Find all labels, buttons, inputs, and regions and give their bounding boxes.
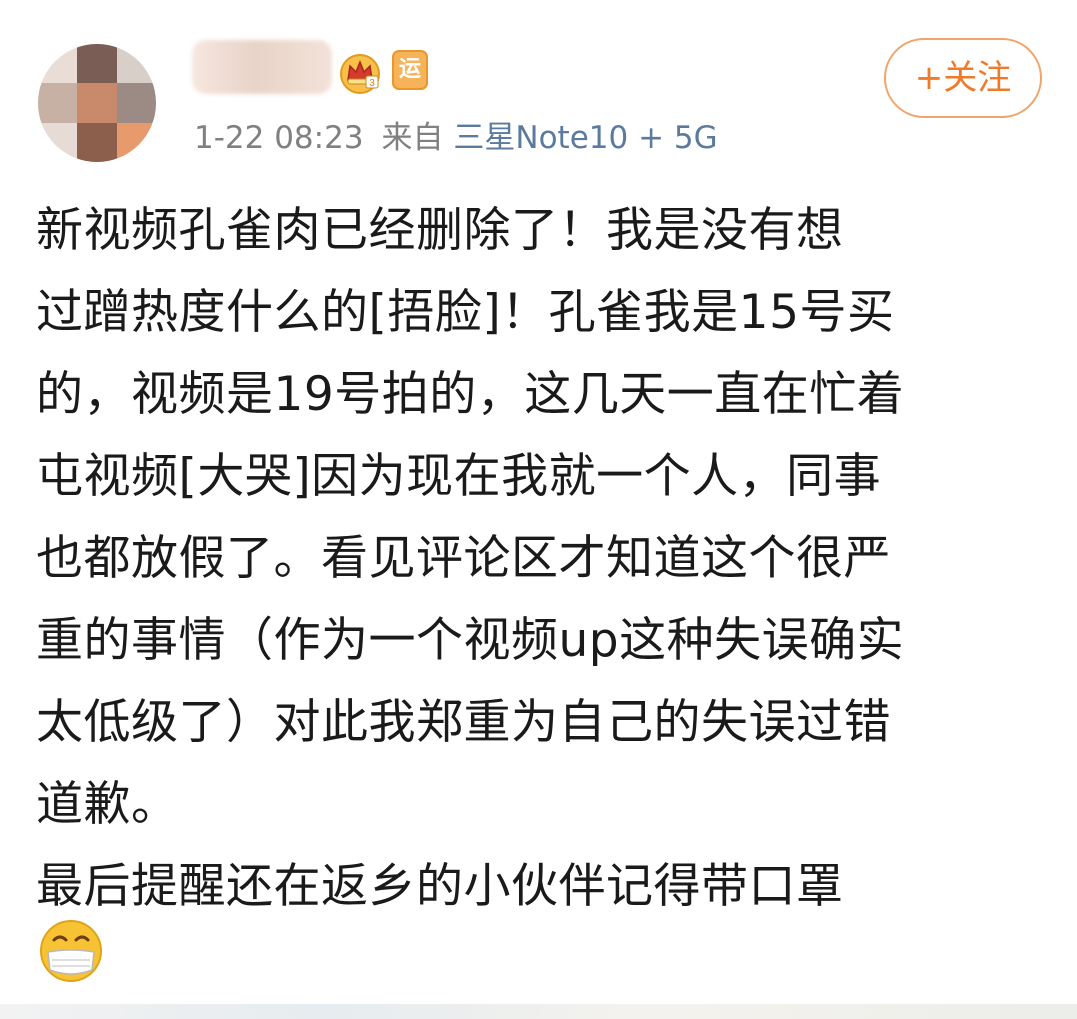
post-line: 过蹭热度什么的[捂脸]！孔雀我是15号买 — [36, 285, 895, 340]
mask-emoji-icon — [40, 920, 102, 982]
post-line: 新视频孔雀肉已经删除了！我是没有想 — [36, 203, 844, 258]
from-label: 来自 — [381, 120, 444, 156]
post-line: 太低级了）对此我郑重为自己的失误过错 — [36, 695, 891, 750]
svg-text:3: 3 — [369, 78, 375, 89]
post-line: 重的事情（作为一个视频up这种失误确实 — [36, 613, 905, 668]
username-blurred[interactable] — [192, 40, 332, 94]
post-line: 最后提醒还在返乡的小伙伴记得带口罩 — [36, 859, 844, 914]
post-line: 的，视频是19号拍的，这几天一直在忙着 — [36, 367, 905, 422]
follow-button[interactable]: +关注 — [884, 38, 1042, 118]
post-line: 屯视频[大哭]因为现在我就一个人，同事 — [36, 449, 882, 504]
crown-icon: 3 — [340, 54, 380, 94]
avatar[interactable] — [38, 44, 156, 162]
device-source-link[interactable]: 三星Note10 + 5G — [453, 120, 717, 156]
yun-badge: 运 — [392, 50, 428, 90]
post-meta: 1-22 08:23 来自 三星Note10 + 5G — [194, 116, 718, 160]
post-body: 新视频孔雀肉已经删除了！我是没有想 过蹭热度什么的[捂脸]！孔雀我是15号买 的… — [36, 190, 1046, 928]
next-content-edge — [0, 1004, 1077, 1019]
post-line: 道歉。 — [36, 777, 179, 832]
post-line: 也都放假了。看见评论区才知道这个很严 — [36, 531, 891, 586]
timestamp: 1-22 08:23 — [194, 120, 364, 156]
